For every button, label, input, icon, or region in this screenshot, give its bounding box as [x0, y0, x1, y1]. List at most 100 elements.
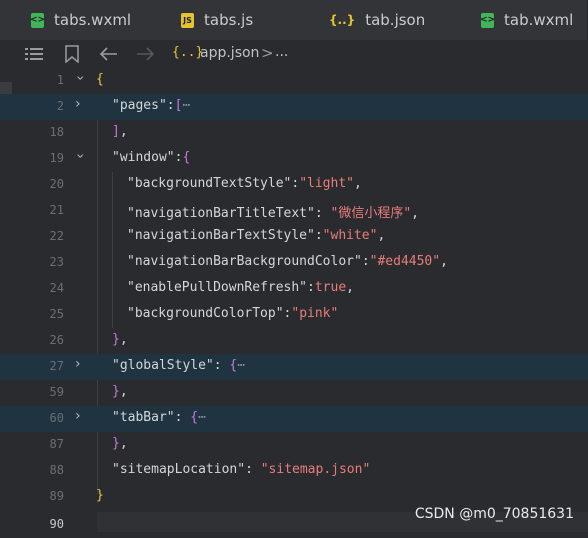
line-number: 87 — [49, 437, 64, 451]
json-key: "enablePullDownRefresh" — [127, 280, 308, 295]
line-number: 21 — [49, 203, 64, 217]
line-number: 27 — [49, 359, 64, 373]
line-number: 59 — [49, 385, 64, 399]
json-key: "tabBar" — [112, 410, 175, 425]
fold-open-icon[interactable]: › — [72, 153, 88, 159]
bookmark-icon[interactable] — [65, 45, 79, 63]
brace: } — [112, 332, 120, 347]
json-string: "微信小程序" — [330, 206, 412, 221]
watermark-text: CSDN @m0_70851631 — [414, 506, 574, 522]
json-key: "globalStyle" — [112, 358, 214, 373]
code-line: 88 "sitemapLocation": "sitemap.json" — [0, 458, 588, 484]
json-file-icon: {..} — [329, 13, 356, 27]
comma: , — [346, 280, 354, 295]
bracket: ] — [112, 124, 120, 139]
brace: } — [96, 488, 104, 503]
code-line: 25 "backgroundColorTop":"pink" — [0, 302, 588, 328]
fold-closed-icon[interactable]: › — [75, 96, 81, 112]
breadcrumb-separator: > — [261, 44, 274, 62]
code-editor[interactable]: 1 › { 2 › "pages":[⋯ 18 ], 19 › "window"… — [0, 68, 588, 532]
comma: , — [119, 384, 128, 399]
code-line: 59 }, — [0, 380, 588, 406]
editor-tab-bar: <> tabs.wxml JS tabs.js {..} tab.json <>… — [0, 0, 588, 40]
json-key: "pages" — [112, 98, 167, 113]
json-key: "backgroundColorTop" — [127, 306, 284, 321]
json-string: "white" — [322, 228, 378, 243]
json-string: "pink" — [291, 306, 339, 321]
brace: { — [190, 410, 199, 425]
breadcrumb-toolbar: {..} app.json > ... — [0, 40, 588, 68]
outline-list-icon[interactable] — [25, 47, 43, 61]
line-number: 19 — [49, 151, 64, 165]
line-number: 2 — [56, 99, 64, 113]
fold-open-icon[interactable]: › — [72, 75, 88, 81]
line-number: 23 — [49, 255, 64, 269]
line-number: 25 — [49, 307, 64, 321]
colon: : — [174, 410, 191, 425]
breadcrumb-file[interactable]: app.json — [200, 45, 259, 61]
fold-closed-icon[interactable]: › — [75, 408, 81, 424]
tab-label: tabs.js — [204, 11, 254, 29]
tab-label: tab.wxml — [504, 11, 574, 29]
colon: : — [307, 280, 315, 295]
json-string: "#ed4450" — [369, 254, 441, 269]
json-boolean: true — [314, 280, 347, 295]
folded-ellipsis[interactable]: ⋯ — [182, 98, 190, 113]
code-line: 26 }, — [0, 328, 588, 354]
tab-tabs-js[interactable]: JS tabs.js — [150, 0, 316, 40]
json-key: "navigationBarTextStyle" — [127, 228, 315, 243]
comma: , — [354, 176, 362, 191]
folded-ellipsis[interactable]: ⋯ — [198, 410, 206, 425]
comma: , — [119, 332, 128, 347]
line-number: 20 — [49, 177, 64, 191]
colon: : — [314, 206, 331, 221]
line-number: 90 — [49, 517, 64, 531]
comma: , — [440, 254, 448, 269]
wxml-file-icon: <> — [480, 12, 495, 28]
code-line: 23 "navigationBarBackgroundColor":"#ed44… — [0, 250, 588, 276]
line-number: 26 — [49, 333, 64, 347]
fold-closed-icon[interactable]: › — [75, 356, 81, 372]
tab-label: tabs.wxml — [54, 11, 132, 29]
json-key: "navigationBarTitleText" — [127, 206, 315, 221]
forward-arrow-icon[interactable] — [136, 47, 154, 61]
brace: { — [182, 150, 191, 165]
line-number: 18 — [49, 125, 64, 139]
colon: : — [245, 462, 261, 477]
code-line: 87 }, — [0, 432, 588, 458]
colon: : — [361, 254, 370, 269]
brace: } — [112, 384, 120, 399]
code-line: 21 "navigationBarTitleText": "微信小程序", — [0, 198, 588, 224]
code-line: 18 ], — [0, 120, 588, 146]
code-line: 1 › { — [0, 68, 588, 94]
comma: , — [411, 206, 419, 221]
comma: , — [119, 436, 128, 451]
js-file-icon: JS — [181, 12, 194, 28]
line-number: 22 — [49, 229, 64, 243]
tab-label: tab.json — [365, 11, 426, 29]
breadcrumb-more[interactable]: ... — [275, 44, 288, 60]
code-line: 27 › "globalStyle": {⋯ — [0, 354, 588, 380]
comma: , — [119, 124, 128, 139]
folded-ellipsis[interactable]: ⋯ — [237, 358, 245, 373]
json-key: "navigationBarBackgroundColor" — [127, 254, 362, 269]
brace: { — [96, 72, 104, 87]
code-line: 60 › "tabBar": {⋯ — [0, 406, 588, 432]
line-number: 24 — [49, 281, 64, 295]
code-line: 19 › "window":{ — [0, 146, 588, 172]
json-file-icon: {..} — [172, 45, 204, 60]
colon: : — [213, 358, 230, 373]
code-line: 22 "navigationBarTextStyle":"white", — [0, 224, 588, 250]
json-string: "light" — [299, 176, 354, 191]
line-number: 89 — [49, 489, 64, 503]
tab-tab-wxml[interactable]: <> tab.wxml — [450, 0, 588, 40]
tab-tabs-wxml[interactable]: <> tabs.wxml — [0, 0, 166, 40]
line-number: 60 — [49, 411, 64, 425]
json-string: "sitemap.json" — [260, 462, 371, 477]
line-number: 88 — [49, 463, 64, 477]
json-key: "window" — [112, 150, 175, 165]
colon: : — [314, 228, 323, 243]
code-line: 20 "backgroundTextStyle":"light", — [0, 172, 588, 198]
back-arrow-icon[interactable] — [100, 47, 118, 61]
tab-tab-json[interactable]: {..} tab.json — [298, 0, 454, 40]
